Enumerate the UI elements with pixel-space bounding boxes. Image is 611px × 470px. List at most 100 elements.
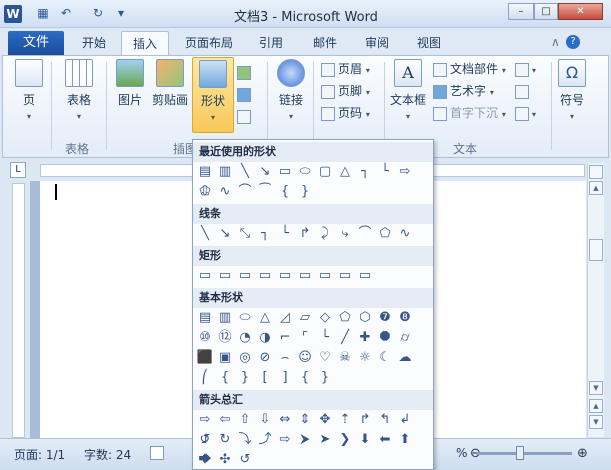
shape-option[interactable]: ▭ (335, 266, 355, 286)
shape-option[interactable]: ⌒ (355, 224, 375, 244)
table-button[interactable]: 表格 ▾ (59, 59, 99, 122)
shape-option[interactable]: ⎛ (195, 368, 215, 388)
chart-icon[interactable] (237, 84, 257, 104)
footer-button[interactable]: 页脚 ▾ (321, 81, 370, 101)
tab-selector[interactable]: L (10, 162, 26, 178)
tab-file[interactable]: 文件 (8, 31, 64, 55)
shape-option[interactable]: ❽ (395, 308, 415, 328)
shape-option[interactable]: ∿ (395, 224, 415, 244)
shape-option[interactable]: ⬆ (395, 430, 415, 450)
tab-review[interactable]: 审阅 (357, 31, 397, 55)
shape-option[interactable]: ☼ (355, 348, 375, 368)
shape-option[interactable]: } (235, 368, 255, 388)
shape-option[interactable]: ▤ (195, 308, 215, 328)
shape-option[interactable]: { (215, 368, 235, 388)
minimize-button[interactable]: – (508, 3, 534, 20)
shape-option[interactable]: ⤴ (255, 430, 275, 450)
prev-page-button[interactable]: ▲ (589, 399, 603, 413)
shape-option[interactable]: ⌢ (275, 348, 295, 368)
shape-option[interactable]: ⬠ (375, 224, 395, 244)
shape-option[interactable]: ↘ (255, 162, 275, 182)
maximize-button[interactable]: □ (534, 3, 558, 20)
shape-option[interactable]: ⬡ (355, 308, 375, 328)
date-time-icon[interactable] (515, 81, 532, 101)
shape-option[interactable]: ▥ (215, 308, 235, 328)
scroll-up-button[interactable]: ▲ (589, 181, 603, 195)
shape-option[interactable]: ▢ (315, 162, 335, 182)
shape-option[interactable]: ⬇ (355, 430, 375, 450)
shape-option[interactable]: ↱ (295, 224, 315, 244)
shape-option[interactable]: ↲ (395, 410, 415, 430)
shape-option[interactable]: ┐ (255, 224, 275, 244)
shape-option[interactable]: ⇧ (235, 410, 255, 430)
next-page-button[interactable]: ▼ (589, 415, 603, 429)
shape-option[interactable]: ] (275, 368, 295, 388)
shape-option[interactable]: ✣ (215, 450, 235, 469)
shape-option[interactable]: └ (375, 162, 395, 182)
shape-option[interactable]: ⤡ (235, 224, 255, 244)
shape-option[interactable]: ⑫ (215, 328, 235, 348)
shape-option[interactable]: ▭ (275, 266, 295, 286)
textbox-button[interactable]: A 文本框 ▾ (387, 59, 429, 122)
clipart-button[interactable]: 剪贴画 (149, 59, 191, 108)
zoom-slider-thumb[interactable] (516, 446, 524, 460)
shape-option[interactable]: ⬭ (295, 162, 315, 182)
shape-option[interactable]: ⬅ (375, 430, 395, 450)
shape-option[interactable]: ╱ (335, 328, 355, 348)
customize-qat-icon[interactable]: ▾ (113, 5, 129, 21)
picture-button[interactable]: 图片 (111, 59, 149, 108)
scroll-down-button[interactable]: ▼ (589, 381, 603, 395)
shape-option[interactable]: ◑ (255, 328, 275, 348)
shape-option[interactable]: } (315, 368, 335, 388)
shape-option[interactable]: ⬛ (195, 348, 215, 368)
shape-option[interactable]: ⇨ (275, 430, 295, 450)
shape-option[interactable]: { (295, 368, 315, 388)
shape-option[interactable]: △ (335, 162, 355, 182)
wordart-button[interactable]: 艺术字 ▾ (433, 81, 494, 101)
help-icon[interactable]: ? (566, 35, 580, 49)
shape-option[interactable]: ↺ (235, 450, 255, 469)
tab-references[interactable]: 引用 (251, 31, 291, 55)
shape-option[interactable]: ♡ (315, 348, 335, 368)
shape-option[interactable]: ▥ (215, 162, 235, 182)
shape-option[interactable]: ╲ (235, 162, 255, 182)
tab-page-layout[interactable]: 页面布局 (177, 31, 241, 55)
shape-option[interactable]: ✚ (355, 328, 375, 348)
shape-option[interactable]: ⌭ (395, 328, 415, 348)
shape-option[interactable]: ↻ (215, 430, 235, 450)
shape-option[interactable]: { (275, 182, 295, 202)
shape-option[interactable]: ☠ (335, 348, 355, 368)
page-count[interactable]: 页面: 1/1 (14, 446, 65, 463)
screenshot-icon[interactable] (237, 106, 257, 126)
drop-cap-button[interactable]: 首字下沉 ▾ (433, 103, 506, 123)
shape-option[interactable]: [ (255, 368, 275, 388)
smartart-icon[interactable] (237, 62, 257, 82)
symbol-button[interactable]: Ω 符号 ▾ (555, 59, 589, 122)
proofing-icon[interactable] (150, 446, 164, 460)
tab-insert[interactable]: 插入 (121, 31, 169, 55)
shape-option[interactable]: ↘ (215, 224, 235, 244)
shape-option[interactable]: ╲ (195, 224, 215, 244)
shape-option[interactable]: ⌐ (275, 328, 295, 348)
shape-option[interactable]: ☾ (375, 348, 395, 368)
shape-option[interactable]: ▭ (355, 266, 375, 286)
word-count[interactable]: 字数: 24 (84, 446, 131, 463)
shape-option[interactable]: ❯ (335, 430, 355, 450)
shape-option[interactable]: ▭ (195, 266, 215, 286)
shape-option[interactable]: ☁ (395, 348, 415, 368)
shape-option[interactable]: ◿ (275, 308, 295, 328)
undo-icon[interactable]: ↶ (58, 5, 74, 21)
zoom-slider-track[interactable] (476, 452, 572, 455)
shape-option[interactable]: ◇ (315, 308, 335, 328)
shapes-button[interactable]: 形状 ▾ (192, 57, 234, 133)
shape-option[interactable]: ↺ (195, 430, 215, 450)
tab-home[interactable]: 开始 (72, 31, 116, 55)
shape-option[interactable]: ⬭ (235, 308, 255, 328)
zoom-in-icon[interactable]: ⊕ (577, 446, 588, 461)
shape-option[interactable]: ▭ (215, 266, 235, 286)
shape-option[interactable]: ⇡ (335, 410, 355, 430)
shape-option[interactable]: ⯃ (375, 328, 395, 348)
shape-option[interactable]: ⬠ (335, 308, 355, 328)
shape-option[interactable]: ⇔ (275, 410, 295, 430)
shape-option[interactable]: ↱ (355, 410, 375, 430)
